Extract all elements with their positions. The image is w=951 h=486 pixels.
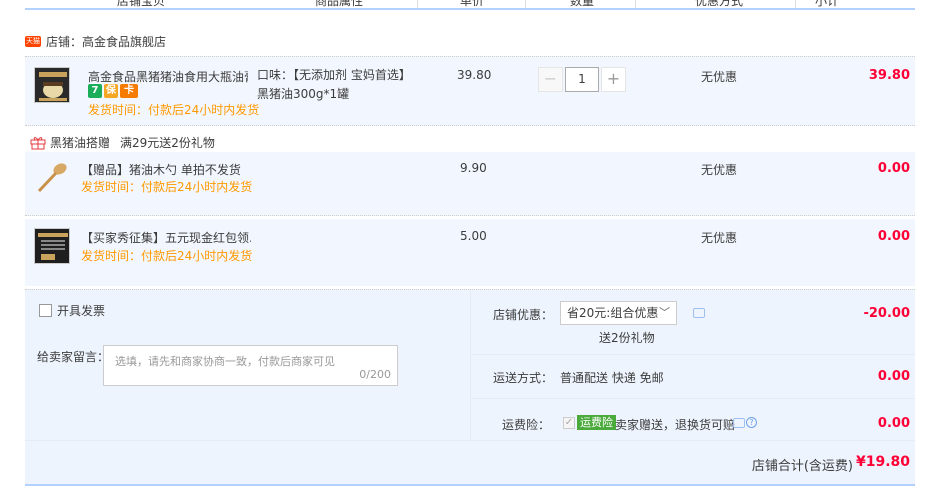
gift-title[interactable]: 【买家秀征集】五元现金红包领... <box>81 229 251 246</box>
cart-item-row: 高金食品黑猪猪油食用大瓶油膏... 7 保 卡 发货时间：付款后24小时内发货 … <box>25 56 915 126</box>
item-subtotal: 39.80 <box>868 68 910 83</box>
gift-promo-rule: 满29元送2份礼物 <box>120 136 215 150</box>
gift-icon <box>30 136 46 150</box>
shop-row: 天猫 店铺：高金食品旗舰店 <box>25 30 166 52</box>
insurance-checkbox[interactable]: ✓ <box>563 417 575 429</box>
gift-ship-time: 发货时间：付款后24小时内发货 <box>81 180 253 194</box>
shipping-method: 普通配送 快递 免邮 <box>560 371 664 385</box>
guarantee-icon[interactable]: 保 <box>104 84 118 98</box>
shop-name[interactable]: 店铺：高金食品旗舰店 <box>46 33 166 50</box>
message-char-count: 0/200 <box>359 368 391 381</box>
insurance-label: 运费险： <box>502 418 551 432</box>
gift-unit-price: 9.90 <box>460 161 487 175</box>
decrease-button[interactable]: − <box>538 67 563 92</box>
message-textarea[interactable]: 选填，请先和商家协商一致，付款后商家可见 0/200 <box>103 345 398 386</box>
quantity-stepper: − 1 + <box>538 67 626 92</box>
gift-item-row: 【买家秀征集】五元现金红包领... 发货时间：付款后24小时内发货 5.00 无… <box>25 219 915 286</box>
invoice-label: 开具发票 <box>57 304 106 318</box>
coupon-amount: -20.00 <box>863 306 910 321</box>
ship-time: 发货时间：付款后24小时内发货 <box>88 103 260 117</box>
promo-text: 无优惠 <box>701 70 738 84</box>
card-icon[interactable]: 卡 <box>120 84 138 98</box>
gift-unit-price: 5.00 <box>460 229 487 243</box>
table-header: 店铺宝贝 商品属性 单价 数量 优惠方式 小计 <box>25 0 915 8</box>
panel-divider <box>470 290 471 440</box>
shipping-label: 运送方式： <box>493 371 554 385</box>
chat-icon[interactable] <box>733 418 745 428</box>
coupon-gift-note: 送2份礼物 <box>599 331 655 345</box>
message-placeholder: 选填，请先和商家协商一致，付款后商家可见 <box>115 355 335 368</box>
gift-item-row: 【赠品】猪油木勺 单拍不发货 发货时间：付款后24小时内发货 9.90 无优惠 … <box>25 152 915 216</box>
gift-thumbnail-coupon[interactable] <box>34 228 70 264</box>
product-sku: 口味：【无添加剂 宝妈首选】黑猪油300g*1罐 <box>257 68 411 101</box>
tmall-badge-icon: 天猫 <box>25 35 41 47</box>
seven-day-return-icon[interactable]: 7 <box>88 84 102 98</box>
gift-subtotal: 0.00 <box>877 229 910 244</box>
gift-promo-text: 无优惠 <box>701 163 738 177</box>
gift-thumbnail-spoon[interactable] <box>34 159 70 195</box>
coupon-selected-value: 省20元:组合优惠 <box>567 306 659 320</box>
invoice-checkbox[interactable] <box>39 304 52 317</box>
gift-subtotal: 0.00 <box>877 161 910 176</box>
product-thumbnail[interactable] <box>34 67 70 103</box>
gift-title[interactable]: 【赠品】猪油木勺 单拍不发货 <box>81 161 241 178</box>
coupon-select[interactable]: 省20元:组合优惠 ﹀ <box>560 301 677 325</box>
order-confirm-panel: 店铺宝贝 商品属性 单价 数量 优惠方式 小计 天猫 店铺：高金食品旗舰店 高金… <box>0 0 951 486</box>
gift-promo-text: 无优惠 <box>701 231 738 245</box>
order-options-panel: 开具发票 给卖家留言： 选填，请先和商家协商一致，付款后商家可见 0/200 店… <box>25 289 915 484</box>
insurance-badge: 运费险 <box>577 415 616 430</box>
gift-ship-time: 发货时间：付款后24小时内发货 <box>81 249 253 263</box>
row-divider <box>471 398 915 399</box>
header-divider <box>25 8 915 10</box>
coupon-label: 店铺优惠： <box>493 308 554 322</box>
total-divider <box>25 440 915 441</box>
increase-button[interactable]: + <box>601 67 626 92</box>
row-divider <box>471 354 915 355</box>
unit-price: 39.80 <box>457 68 492 82</box>
invoice-option: 开具发票 <box>39 302 105 319</box>
insurance-amount: 0.00 <box>877 416 910 431</box>
message-label: 给卖家留言： <box>37 350 110 364</box>
chevron-down-icon: ﹀ <box>659 306 670 319</box>
shop-total-amount: ¥19.80 <box>855 454 910 470</box>
product-title-link[interactable]: 高金食品黑猪猪油食用大瓶油膏... <box>88 68 248 85</box>
gift-promo-title: 黑猪油搭赠 <box>50 136 111 150</box>
chat-icon[interactable] <box>693 308 705 318</box>
gift-promo-header: 黑猪油搭赠 满29元送2份礼物 <box>30 134 215 151</box>
quantity-input[interactable]: 1 <box>565 67 599 92</box>
insurance-description: 卖家赠送，退换货可赔 <box>615 418 736 432</box>
service-tags: 7 保 卡 <box>88 84 138 98</box>
help-icon[interactable]: ? <box>746 417 757 428</box>
shipping-amount: 0.00 <box>877 369 910 384</box>
shop-total-label: 店铺合计(含运费) <box>751 459 853 474</box>
